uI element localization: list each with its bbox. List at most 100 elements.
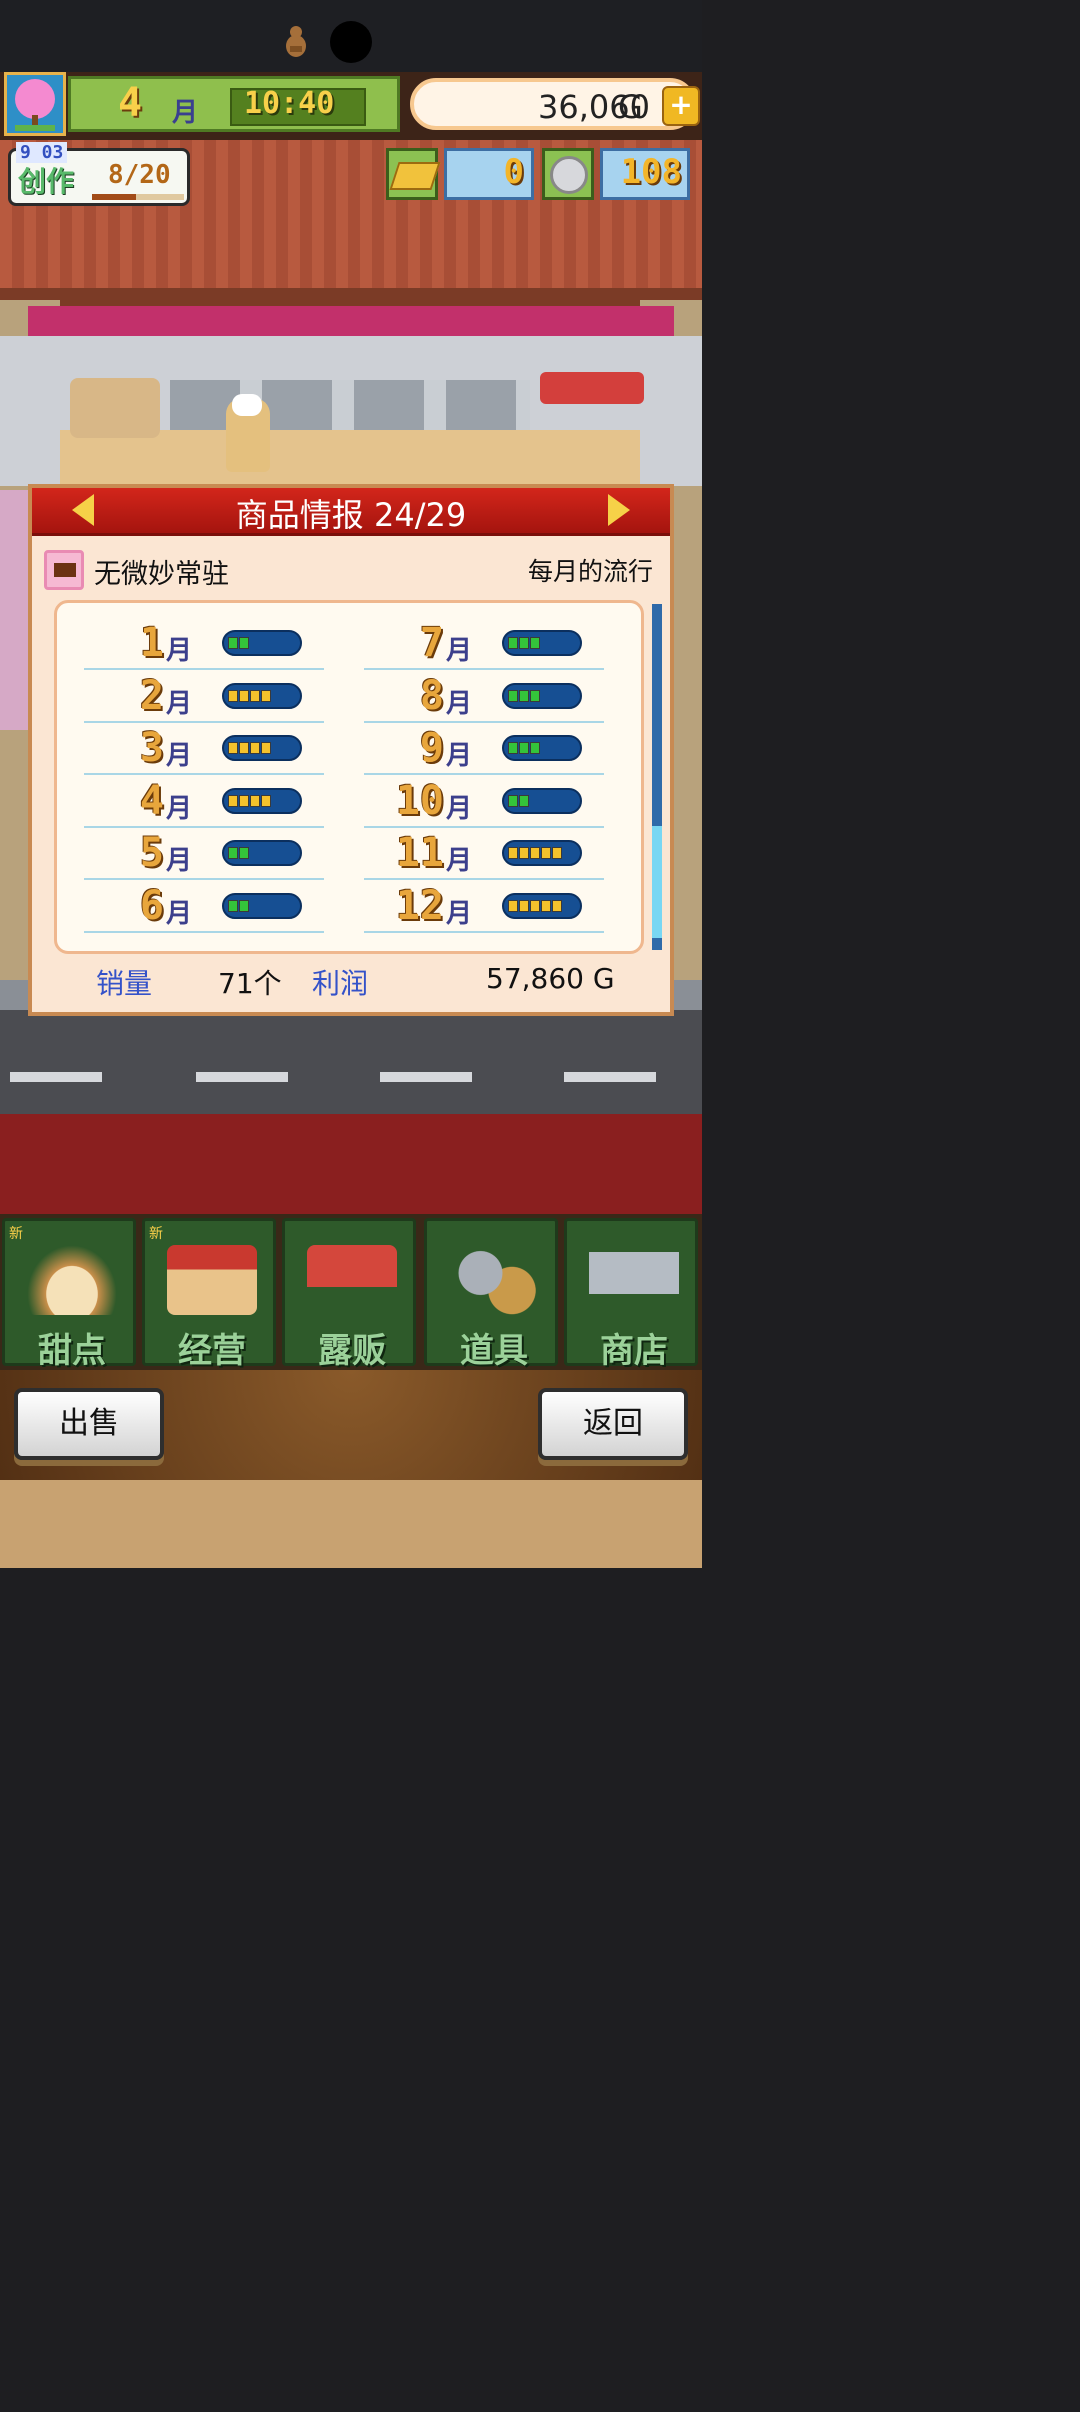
month-row: 6月: [84, 881, 324, 933]
menu-label: 经营: [178, 1331, 246, 1371]
menu-label: 商店: [600, 1331, 668, 1371]
popularity-segment: [530, 637, 540, 649]
month-unit: 月: [446, 741, 473, 772]
popularity-bar: [222, 682, 302, 709]
popularity-segment: [508, 637, 518, 649]
month-number: 2: [139, 672, 164, 719]
popularity-segment: [519, 637, 529, 649]
month-number: 11: [395, 830, 444, 877]
popularity-bar: [222, 787, 302, 814]
season-badge[interactable]: [4, 72, 66, 136]
scrollbar-thumb[interactable]: [652, 826, 662, 938]
month-unit: 月: [166, 899, 193, 929]
silver-coin-icon: [550, 156, 588, 194]
prev-arrow-icon[interactable]: [72, 494, 94, 526]
month-unit: 月: [166, 846, 193, 877]
popularity-segment: [530, 689, 540, 702]
popularity-segment: [519, 900, 529, 912]
month-row: 7月: [364, 618, 604, 670]
lane-marking: [10, 1072, 102, 1082]
month-row: 8月: [364, 671, 604, 723]
menu-shop[interactable]: 商店: [564, 1218, 698, 1371]
month-row: 11 月: [364, 828, 604, 881]
popularity-bar: [502, 840, 582, 867]
month-unit: 月: [446, 636, 473, 666]
road: [0, 1010, 702, 1114]
popularity-segment: [530, 847, 540, 860]
popularity-segment: [519, 742, 529, 755]
month-row: 2月: [84, 671, 324, 723]
month-number: 4: [139, 777, 164, 824]
popularity-segment: [508, 900, 518, 912]
month-row: 9月: [364, 723, 604, 776]
money-unit: G: [618, 88, 643, 126]
menu-items[interactable]: 道具: [424, 1218, 558, 1371]
popularity-bar: [502, 682, 582, 709]
popularity-segment: [250, 689, 260, 702]
footer-band: [0, 1480, 702, 1568]
menu-label: 道具: [460, 1331, 528, 1371]
sell-button[interactable]: 出售: [14, 1388, 164, 1460]
month-unit: 月: [446, 846, 473, 877]
popularity-segment: [228, 900, 238, 912]
menu-management[interactable]: 新 经营: [142, 1218, 276, 1371]
popularity-segment: [228, 847, 238, 860]
popularity-segment: [519, 847, 529, 860]
popularity-segment: [228, 637, 238, 649]
chocolate-cake-icon: [54, 563, 76, 577]
popularity-segment: [508, 847, 518, 860]
lane-marking: [380, 1072, 472, 1082]
popularity-bar: [222, 735, 302, 762]
month-unit: 月: [446, 899, 473, 929]
popularity-segment: [519, 794, 529, 807]
back-button[interactable]: 返回: [538, 1388, 688, 1460]
coin-count: 108: [620, 152, 682, 192]
game-clock: 10:40: [244, 86, 335, 121]
popularity-bar: [222, 893, 302, 919]
popularity-segment: [541, 900, 551, 912]
month-unit: 月: [166, 793, 193, 824]
menu-label: 甜点: [38, 1331, 106, 1371]
shop-floor: [60, 430, 640, 486]
lane-marking: [564, 1072, 656, 1082]
popularity-segment: [519, 689, 529, 702]
menu-dessert[interactable]: 新 甜点: [2, 1218, 136, 1371]
month-unit: 月: [172, 98, 199, 128]
menu-label: 露贩: [318, 1331, 386, 1371]
popularity-segment: [239, 637, 249, 649]
menu-food-truck[interactable]: 露贩: [282, 1218, 416, 1371]
popularity-segment: [508, 689, 518, 702]
month-row: 1月: [84, 618, 324, 670]
month-number: 10: [395, 777, 444, 824]
camera-cutout: [330, 21, 372, 63]
new-tag: 新: [149, 1226, 163, 1242]
add-money-button[interactable]: +: [662, 86, 700, 126]
popularity-bar: [222, 840, 302, 867]
shopping-cart-icon: [589, 1245, 679, 1315]
popularity-bar: [502, 893, 582, 919]
sales-label: 销量: [96, 967, 153, 1000]
popularity-segment: [250, 794, 260, 807]
popularity-segment: [239, 794, 249, 807]
lane-marking: [196, 1072, 288, 1082]
month-number: 12: [395, 883, 444, 929]
gold-bar-count: 0: [503, 152, 524, 192]
monthly-trend-label: 每月的流行: [528, 557, 654, 586]
next-arrow-icon[interactable]: [608, 494, 630, 526]
chef-hat: [232, 394, 262, 416]
create-label: 创作: [18, 165, 75, 198]
popularity-segment: [250, 742, 260, 755]
popularity-segment: [228, 794, 238, 807]
notification-icon: [284, 24, 308, 58]
popularity-bar: [502, 630, 582, 656]
popularity-segment: [541, 847, 551, 860]
shop-awning: [28, 306, 674, 340]
gear-and-bag-icon: [449, 1245, 539, 1315]
popularity-segment: [228, 742, 238, 755]
month-number: 9: [419, 725, 444, 772]
month-unit: 月: [446, 688, 473, 719]
popularity-segment: [552, 847, 562, 860]
product-name: 无微妙常驻: [94, 559, 229, 590]
popularity-bar: [502, 787, 582, 814]
shop-building-icon: [167, 1245, 257, 1315]
